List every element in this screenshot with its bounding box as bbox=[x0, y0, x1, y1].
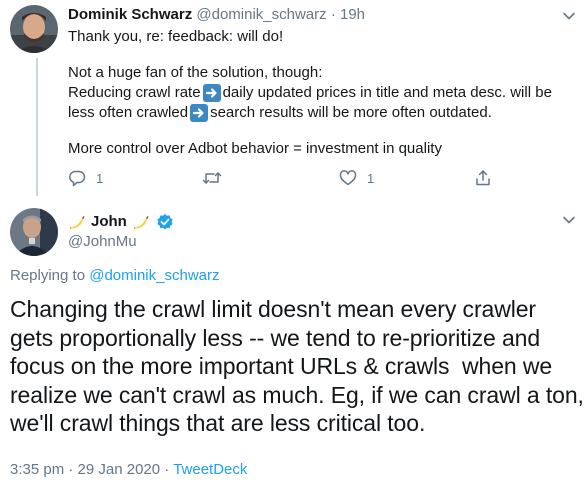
main-text-line-1: Changing the crawl limit doesn't mean ev… bbox=[10, 296, 536, 322]
banana-emoji-icon bbox=[132, 214, 150, 230]
main-text-line-5: we'll crawl things that are less critica… bbox=[10, 410, 426, 436]
john-avatar[interactable] bbox=[10, 208, 58, 256]
banana-emoji-icon bbox=[68, 214, 86, 230]
main-author-name-row[interactable]: John bbox=[68, 212, 174, 232]
main-text-line-4: realize we can't crawl as much. Eg, if w… bbox=[10, 381, 584, 408]
reply-line-3: Reducing crawl rate daily updated prices… bbox=[68, 83, 552, 103]
chevron-down-icon[interactable] bbox=[562, 213, 576, 227]
heart-icon bbox=[339, 170, 357, 186]
main-tweet-text: Changing the crawl limit doesn't mean ev… bbox=[10, 295, 584, 438]
reply-line-4-end: search results will be more often outdat… bbox=[210, 104, 492, 121]
tweet-date[interactable]: 29 Jan 2020 bbox=[78, 461, 161, 478]
reply-author-handle[interactable]: @dominik_schwarz bbox=[196, 6, 326, 23]
meta-dot: · bbox=[164, 461, 170, 478]
right-arrow-emoji-icon bbox=[202, 84, 221, 102]
tweet-source-link[interactable]: TweetDeck bbox=[173, 461, 247, 478]
like-action[interactable]: 1 bbox=[339, 169, 374, 187]
tweet-time[interactable]: 3:35 pm bbox=[10, 461, 64, 478]
header-separator: · bbox=[330, 6, 336, 23]
retweet-icon bbox=[202, 172, 222, 184]
share-action[interactable] bbox=[474, 169, 492, 187]
reply-line-4-start: less often crawled bbox=[68, 104, 189, 121]
replying-to-label: Replying to bbox=[10, 267, 86, 284]
retweet-action[interactable] bbox=[202, 169, 232, 187]
tweet-metadata: 3:35 pm · 29 Jan 2020 · TweetDeck bbox=[10, 460, 247, 480]
verified-badge-icon bbox=[156, 213, 174, 231]
reply-line-1: Thank you, re: feedback: will do! bbox=[68, 28, 284, 45]
share-icon bbox=[476, 170, 490, 186]
reply-icon bbox=[69, 170, 86, 187]
reply-line-2: Not a huge fan of the solution, though: bbox=[68, 64, 323, 81]
reply-time-ago[interactable]: 19h bbox=[340, 6, 365, 23]
main-author-name[interactable]: John bbox=[91, 212, 127, 232]
reply-author-name[interactable]: Dominik Schwarz bbox=[68, 6, 192, 23]
replying-to-handle-link[interactable]: @dominik_schwarz bbox=[89, 267, 219, 284]
reply-tweet-actions: 1 1 bbox=[68, 168, 498, 188]
main-text-line-2: gets proportionally less -- we tend to r… bbox=[10, 324, 541, 351]
reply-action[interactable]: 1 bbox=[68, 169, 103, 187]
reply-line-3-start: Reducing crawl rate bbox=[68, 84, 201, 101]
reply-line-3-end: daily updated prices in title and meta d… bbox=[222, 84, 552, 101]
reply-line-4: less often crawled search results will b… bbox=[68, 103, 552, 123]
replying-to: Replying to @dominik_schwarz bbox=[10, 266, 220, 286]
thread-connector-line bbox=[36, 58, 38, 196]
reply-tweet-header: Dominik Schwarz @dominik_schwarz · 19h bbox=[68, 5, 365, 25]
reply-count: 1 bbox=[96, 170, 104, 186]
reply-line-5: More control over Adbot behavior = inves… bbox=[68, 140, 442, 157]
right-arrow-emoji-icon bbox=[190, 104, 209, 122]
main-author-handle[interactable]: @JohnMu bbox=[68, 232, 137, 252]
chevron-down-icon[interactable] bbox=[562, 9, 576, 23]
like-count: 1 bbox=[367, 170, 375, 186]
main-text-line-3: focus on the more important URLs & crawl… bbox=[10, 353, 553, 379]
reply-tweet-text: Thank you, re: feedback: will do! Not a … bbox=[68, 27, 552, 159]
meta-dot: · bbox=[68, 461, 74, 478]
dominik-avatar[interactable] bbox=[10, 5, 58, 53]
